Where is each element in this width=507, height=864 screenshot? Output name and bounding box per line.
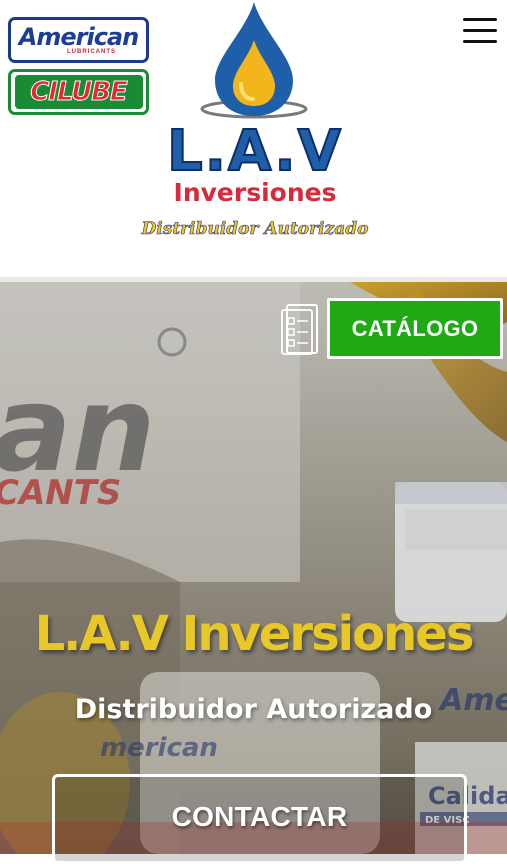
cilube-brand-name: CILUBE: [30, 77, 129, 108]
hamburger-menu-icon[interactable]: [463, 16, 499, 46]
menu-bar: [463, 29, 497, 32]
hero-subtitle: Distribuidor Autorizado: [74, 694, 433, 725]
hero-background-image: an CANTS Ame merican Calida DE VISC: [0, 282, 507, 854]
oil-drop-icon: [200, 2, 308, 119]
american-brand-sub: LUBRICANTS: [67, 48, 116, 55]
logo-title: L.A.V: [166, 119, 343, 184]
site-header: American LUBRICANTS CILUBE L.A.V Inversi…: [0, 0, 507, 277]
menu-bar: [463, 18, 497, 21]
catalog-button[interactable]: CATÁLOGO: [327, 298, 503, 359]
american-brand-name: American: [18, 22, 139, 51]
catalog-document-icon[interactable]: [281, 302, 319, 356]
logo-tagline: Distribuidor Autorizado: [141, 219, 369, 240]
menu-bar: [463, 40, 497, 43]
lav-logo[interactable]: L.A.V Inversiones Distribuidor Autorizad…: [125, 0, 385, 250]
logo-subtitle: Inversiones: [173, 178, 337, 207]
hero-title: L.A.V Inversiones: [34, 606, 475, 662]
hero-section: an CANTS Ame merican Calida DE VISC: [0, 282, 507, 854]
cilube-badge-inner: CILUBE: [14, 75, 143, 109]
contact-button[interactable]: CONTACTAR: [52, 774, 467, 864]
